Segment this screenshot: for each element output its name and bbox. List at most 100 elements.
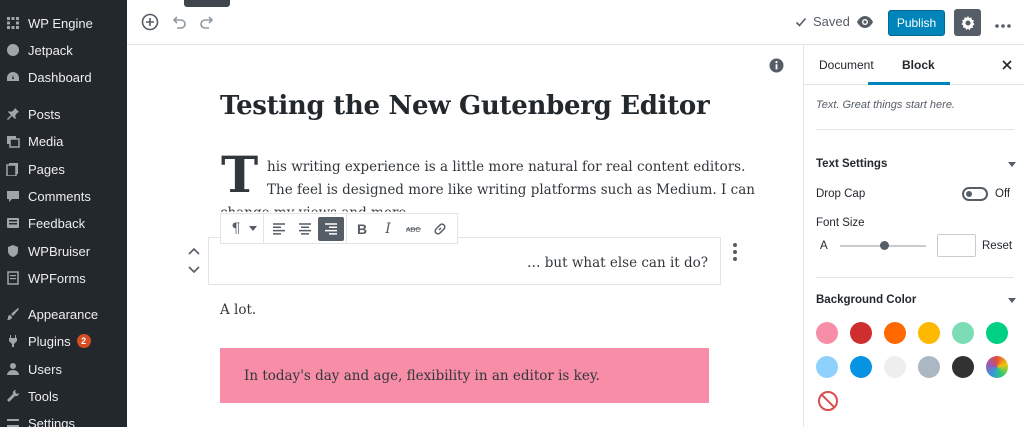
no-color-icon [817,390,839,415]
wrench-icon [6,389,20,403]
paragraph-line[interactable]: his writing experience is a little more … [267,159,745,175]
preview-button[interactable] [854,12,876,34]
color-swatch[interactable] [850,356,872,378]
pin-icon [6,107,20,121]
background-color-title[interactable]: Background Color [816,294,916,306]
highlighted-paragraph-block[interactable]: In today's day and age, flexibility in a… [220,348,709,403]
color-swatch[interactable] [884,322,906,344]
color-swatch[interactable] [918,356,940,378]
font-size-input[interactable] [937,234,976,257]
selected-paragraph-block[interactable]: … but what else can it do? [208,237,721,285]
editor-header: Saved Publish [127,0,1024,45]
shield-icon [6,244,20,258]
menu-item-wpbruiser[interactable]: WPBruiser [0,240,127,262]
menu-item-label: Dashboard [28,69,92,85]
settings-sidebar: Document Block Text. Great things start … [803,45,1024,427]
editor-canvas: Testing the New Gutenberg Editor T his w… [127,45,803,427]
info-button[interactable] [768,58,784,76]
tab-document[interactable]: Document [819,58,874,72]
menu-item-label: Feedback [28,215,86,231]
color-swatch[interactable] [918,322,940,344]
feedback-icon [6,216,20,230]
divider [816,129,1014,130]
menu-item-posts[interactable]: Posts [0,103,127,125]
color-swatch[interactable] [986,322,1008,344]
color-swatch[interactable] [952,356,974,378]
color-swatch[interactable] [850,322,872,344]
redo-icon [199,14,215,33]
block-switcher[interactable]: ¶ [221,214,264,243]
font-size-label: Font Size [816,217,865,229]
drop-cap-toggle[interactable] [962,187,988,201]
selected-block-text[interactable]: … but what else can it do? [527,255,708,271]
bold-icon[interactable]: B [349,217,375,241]
menu-item-pages[interactable]: Pages [0,158,127,180]
menu-item-wpforms[interactable]: WPForms [0,267,127,289]
italic-icon[interactable]: I [375,217,401,241]
menu-item-jetpack[interactable]: Jetpack [0,39,127,61]
highlight-text[interactable]: In today's day and age, flexibility in a… [244,368,600,384]
font-size-slider-thumb[interactable] [880,241,889,250]
add-block-button[interactable] [139,12,161,34]
menu-item-appearance[interactable]: Appearance [0,303,127,325]
menu-item-dashboard[interactable]: Dashboard [0,66,127,88]
publish-button[interactable]: Publish [888,10,945,36]
block-mover [185,243,203,277]
align-left-icon[interactable] [266,217,292,241]
eye-icon [856,15,874,32]
drop-cap-label: Drop Cap [816,188,866,200]
menu-item-tools[interactable]: Tools [0,385,127,407]
block-settings-menu[interactable] [730,243,740,261]
svg-text:ABC: ABC [406,227,420,234]
post-title[interactable]: Testing the New Gutenberg Editor [220,91,710,121]
menu-item-label: Users [28,361,62,377]
paragraph-block[interactable]: A lot. [220,302,256,318]
align-center-icon[interactable] [292,217,318,241]
menu-item-settings[interactable]: Settings [0,412,127,427]
menu-item-label: Settings [28,415,75,427]
active-tab-indicator [868,82,950,85]
block-toolbar: ¶ B I ABC [220,213,458,244]
toggle-knob [966,191,972,197]
strikethrough-icon[interactable]: ABC [401,217,427,241]
caret-down-icon[interactable] [1008,162,1016,167]
text-settings-title[interactable]: Text Settings [816,158,887,170]
undo-button[interactable] [168,12,190,34]
menu-item-users[interactable]: Users [0,358,127,380]
redo-button[interactable] [196,12,218,34]
menu-item-media[interactable]: Media [0,130,127,152]
menu-item-plugins[interactable]: Plugins 2 [0,330,127,352]
tab-block[interactable]: Block [902,58,935,72]
menu-item-feedback[interactable]: Feedback [0,212,127,234]
menu-item-comments[interactable]: Comments [0,185,127,207]
drop-cap-letter: T [221,145,259,204]
align-right-icon[interactable] [318,216,344,241]
menu-item-wp-engine[interactable]: WP Engine [0,12,127,34]
block-description: Text. Great things start here. [816,99,955,111]
comments-icon [6,189,20,203]
color-swatch[interactable] [816,356,838,378]
format-group: B I ABC [347,214,455,243]
link-icon[interactable] [427,217,453,241]
sidebar-tabs: Document Block [804,45,1024,85]
alignment-group [264,214,347,243]
save-status: Saved [795,14,850,29]
reset-button[interactable]: Reset [982,240,1012,252]
menu-item-label: Posts [28,106,61,122]
custom-color-swatch[interactable] [986,356,1008,378]
chevron-up-icon[interactable] [188,243,200,258]
paragraph-line[interactable]: The feel is designed more like writing p… [267,182,755,198]
settings-toggle-button[interactable] [954,9,981,36]
caret-down-icon[interactable] [1008,298,1016,303]
gear-icon [960,15,976,31]
clear-color-button[interactable] [816,390,840,414]
color-swatch[interactable] [816,322,838,344]
more-menu-button[interactable] [992,12,1014,34]
menu-item-label: Comments [28,188,91,204]
chevron-down-icon[interactable] [188,262,200,277]
color-swatch[interactable] [884,356,906,378]
color-swatch[interactable] [952,322,974,344]
close-sidebar-button[interactable] [999,57,1015,73]
info-icon [769,58,784,76]
font-size-letter: A [820,240,828,252]
